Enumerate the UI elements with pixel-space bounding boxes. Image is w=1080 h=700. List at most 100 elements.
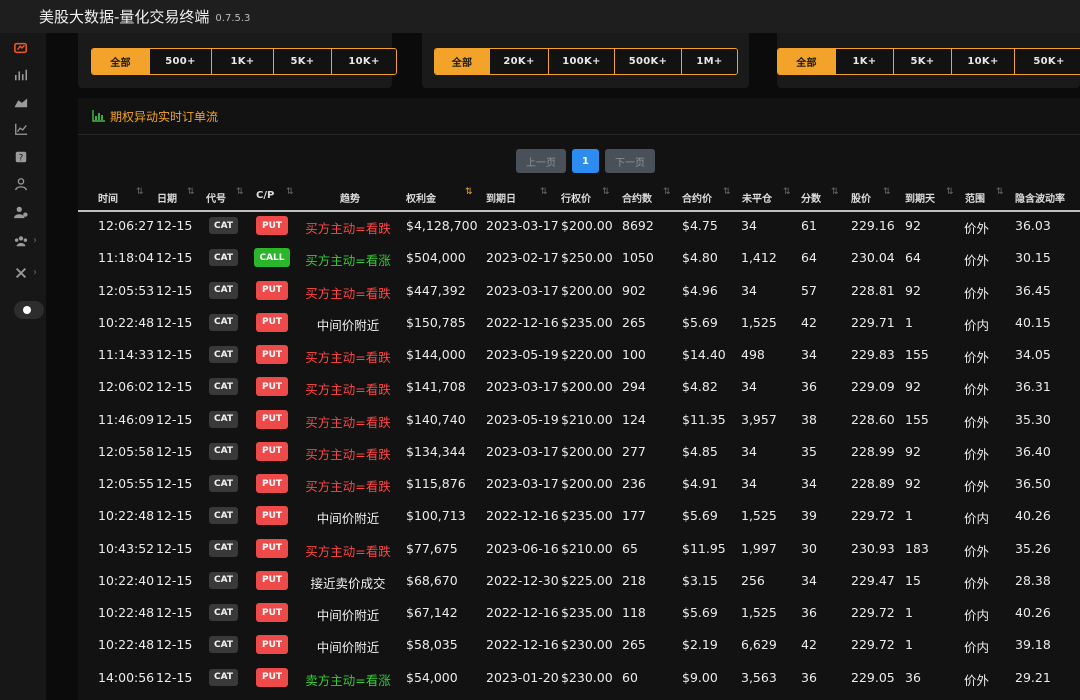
help-icon[interactable]: ? (13, 149, 29, 165)
column-header[interactable]: 股价 (851, 190, 871, 205)
filter-option[interactable]: 100K+ (549, 49, 615, 74)
sort-icon[interactable]: ⇅ (236, 187, 244, 197)
filter-option[interactable]: 1K+ (836, 49, 894, 74)
sort-icon[interactable]: ⇅ (831, 187, 839, 197)
cell-open-interest: 1,525 (741, 605, 777, 620)
column-header[interactable]: 范围 (965, 190, 985, 205)
sort-icon[interactable]: ⇅ (602, 187, 610, 197)
user-settings-icon[interactable] (13, 204, 29, 220)
symbol-badge[interactable]: CAT (209, 346, 238, 363)
sort-icon[interactable]: ⇅ (187, 187, 195, 197)
filter-option[interactable]: 500+ (150, 49, 212, 74)
filter-option[interactable]: 全部 (435, 49, 490, 74)
column-header[interactable]: 趋势 (340, 190, 360, 205)
area-chart-icon[interactable] (13, 94, 29, 110)
column-header[interactable]: 合约数 (622, 190, 652, 205)
cell-score: 36 (801, 379, 817, 395)
main-area: 全部 500+ 1K+ 5K+ 10K+ 全部 20K+ 100K+ 500K+… (46, 33, 1080, 700)
table-row[interactable]: 10:22:48 12-15 $58,035 2022-12-16 $230.00 265… (78, 629, 1080, 661)
table-row[interactable]: 12:05:58 12-15 $134,344 2023-03-17 $200.00 27… (78, 436, 1080, 468)
column-header[interactable]: 到期日 (486, 190, 516, 205)
column-header[interactable]: 分数 (801, 190, 821, 205)
symbol-badge[interactable]: CAT (209, 410, 238, 428)
sort-icon[interactable]: ⇅ (136, 187, 144, 197)
sort-active-icon[interactable]: ⇅ (465, 187, 473, 197)
cell-date: 12-15 (156, 411, 193, 427)
symbol-badge[interactable]: CAT (209, 475, 238, 492)
symbol-badge[interactable]: CAT (209, 217, 238, 234)
table-row[interactable]: 10:22:48 12-15 $67,142 2022-12-16 $235.00 118… (78, 597, 1080, 629)
sort-icon[interactable]: ⇅ (996, 187, 1004, 197)
symbol-badge[interactable]: CAT (209, 313, 238, 331)
column-header[interactable]: 日期 (157, 190, 177, 205)
cell-date: 12-15 (156, 314, 193, 330)
column-header[interactable]: 行权价 (561, 190, 591, 205)
column-header[interactable]: 隐含波动率 (1015, 190, 1065, 205)
filter-option[interactable]: 5K+ (274, 49, 332, 74)
column-header[interactable]: 到期天 (905, 190, 935, 205)
tools-icon[interactable] (13, 265, 29, 281)
symbol-badge[interactable]: CAT (209, 539, 238, 557)
table-row[interactable]: 11:46:09 12-15 $140,740 2023-05-19 $210.00 12… (78, 404, 1080, 436)
filter-option[interactable]: 1M+ (682, 49, 737, 74)
sort-icon[interactable]: ⇅ (723, 187, 731, 197)
table-row[interactable]: 10:22:48 12-15 $150,785 2022-12-16 $235.00 26… (78, 307, 1080, 339)
symbol-badge[interactable]: CAT (209, 442, 238, 460)
filter-option[interactable]: 500K+ (615, 49, 682, 74)
filter-card-premium: 全部 20K+ 100K+ 500K+ 1M+ (422, 33, 749, 88)
column-header[interactable]: C/P (256, 190, 274, 201)
table-row[interactable]: 10:22:40 12-15 $68,670 2022-12-30 $225.00 218… (78, 565, 1080, 597)
table-row[interactable]: 10:22:48 12-15 $100,713 2022-12-16 $235.00 17… (78, 500, 1080, 532)
filter-option[interactable]: 10K+ (952, 49, 1015, 74)
filter-option[interactable]: 10K+ (332, 49, 396, 74)
column-header[interactable]: 权利金 (406, 190, 436, 205)
symbol-badge[interactable]: CAT (209, 636, 238, 654)
bar-chart-icon[interactable] (13, 67, 29, 83)
column-header[interactable]: 未平仓 (742, 190, 772, 205)
table-row[interactable]: 12:06:27 12-15 $4,128,700 2023-03-17 $200.00… (78, 210, 1080, 242)
column-header[interactable]: 代号 (206, 190, 226, 205)
line-chart-icon[interactable] (13, 121, 29, 137)
sort-icon[interactable]: ⇅ (286, 187, 294, 197)
cell-stock-price: 228.81 (851, 282, 895, 298)
sort-icon[interactable]: ⇅ (540, 187, 548, 197)
symbol-badge[interactable]: CAT (209, 507, 238, 525)
symbol-badge[interactable]: CAT (209, 668, 238, 686)
sort-icon[interactable]: ⇅ (783, 187, 791, 197)
chevron-right-icon[interactable]: › (33, 267, 37, 278)
column-header[interactable]: 合约价 (682, 190, 712, 205)
table-row[interactable]: 11:18:04 12-15 $504,000 2023-02-17 $250.00 10… (78, 242, 1080, 274)
filter-option[interactable]: 全部 (778, 49, 836, 74)
table-row[interactable]: 12:05:53 12-15 $447,392 2023-03-17 $200.00 90… (78, 275, 1080, 307)
symbol-badge[interactable]: CAT (209, 249, 238, 267)
table-row[interactable]: 12:05:55 12-15 $115,876 2023-03-17 $200.00 23… (78, 468, 1080, 500)
table-row[interactable]: 14:00:56 12-15 $54,000 2023-01-20 $230.00 60 $… (78, 662, 1080, 694)
user-icon[interactable] (13, 176, 29, 192)
cell-expiry: 2022-12-30 (486, 572, 559, 588)
table-row[interactable]: 12:06:02 12-15 $141,708 2023-03-17 $200.00 29… (78, 371, 1080, 403)
team-icon[interactable] (13, 233, 29, 249)
cell-days-to-expiry: 1 (905, 508, 913, 524)
column-header[interactable]: 时间 (98, 190, 118, 205)
filter-option[interactable]: 20K+ (490, 49, 549, 74)
table-row[interactable]: 10:43:52 12-15 $77,675 2023-06-16 $210.00 65 $… (78, 533, 1080, 565)
symbol-badge[interactable]: CAT (209, 604, 238, 621)
sort-icon[interactable]: ⇅ (946, 187, 954, 197)
symbol-badge[interactable]: CAT (209, 571, 238, 589)
filter-option[interactable]: 全部 (92, 49, 150, 74)
sort-icon[interactable]: ⇅ (663, 187, 671, 197)
page-number-button[interactable]: 1 (572, 149, 599, 173)
logo-icon[interactable] (13, 40, 29, 56)
symbol-badge[interactable]: CAT (209, 281, 238, 299)
chevron-right-icon[interactable]: › (33, 235, 37, 246)
filter-option[interactable]: 50K+ (1015, 49, 1080, 74)
symbol-badge[interactable]: CAT (209, 378, 238, 396)
next-page-button[interactable]: 下一页 (605, 149, 655, 173)
sort-icon[interactable]: ⇅ (883, 187, 891, 197)
theme-toggle[interactable] (14, 301, 44, 319)
prev-page-button[interactable]: 上一页 (516, 149, 566, 173)
table-row[interactable]: 11:14:33 12-15 $144,000 2023-05-19 $220.00 10… (78, 339, 1080, 371)
filter-option[interactable]: 1K+ (212, 49, 274, 74)
cell-contracts: 124 (622, 411, 646, 427)
filter-option[interactable]: 5K+ (894, 49, 952, 74)
